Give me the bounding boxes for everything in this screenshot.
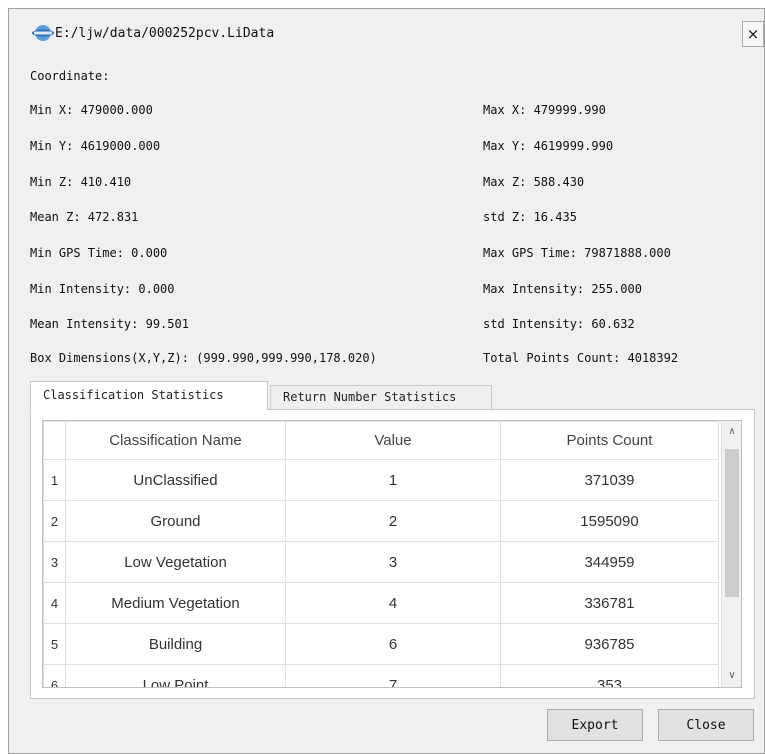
row-number: 2 [43,500,66,542]
scrollbar-thumb[interactable] [725,449,739,597]
header-points-count[interactable]: Points Count [500,421,719,460]
total-points-count-value: Total Points Count: 4018392 [483,351,679,365]
value-cell: 6 [285,623,501,665]
classification-name-cell: Building [65,623,286,665]
max-intensity-value: Max Intensity: 255.000 [483,282,642,296]
tab-classification-statistics[interactable]: Classification Statistics [30,381,268,411]
points-count-cell: 936785 [500,623,719,665]
classification-table[interactable]: Classification Name Value Points Count 1… [42,420,742,688]
value-cell: 4 [285,582,501,624]
points-count-cell: 371039 [500,459,719,501]
min-z-value: Min Z: 410.410 [30,175,132,189]
min-x-value: Min X: 479000.000 [30,103,153,117]
mean-intensity-value: Mean Intensity: 99.501 [30,317,189,331]
header-classification-name[interactable]: Classification Name [65,421,286,460]
statistics-dialog: E:/ljw/data/000252pcv.LiData × Coordinat… [8,8,765,754]
classification-panel: Classification Name Value Points Count 1… [30,409,755,699]
title-bar: E:/ljw/data/000252pcv.LiData × [9,9,764,57]
vertical-scrollbar[interactable]: ∧ ∨ [721,421,741,687]
value-cell: 7 [285,664,501,687]
max-gps-time-value: Max GPS Time: 79871888.000 [483,246,671,260]
points-count-cell: 1595090 [500,500,719,542]
value-cell: 1 [285,459,501,501]
lidar-app-icon [32,25,54,41]
row-number-header [43,421,66,460]
max-z-value: Max Z: 588.430 [483,175,585,189]
chevron-down-icon[interactable]: ∨ [722,667,741,685]
table-row[interactable]: 4 Medium Vegetation 4 336781 [43,582,719,624]
value-cell: 3 [285,541,501,583]
table-row[interactable]: 5 Building 6 936785 [43,623,719,665]
table-row[interactable]: 3 Low Vegetation 3 344959 [43,541,719,583]
row-number: 5 [43,623,66,665]
classification-name-cell: Low Point [65,664,286,687]
table-header-row: Classification Name Value Points Count [43,421,719,460]
points-count-cell: 336781 [500,582,719,624]
min-intensity-value: Min Intensity: 0.000 [30,282,175,296]
value-cell: 2 [285,500,501,542]
close-button[interactable]: Close [658,709,754,741]
mean-z-value: Mean Z: 472.831 [30,210,139,224]
export-button[interactable]: Export [547,709,643,741]
points-count-cell: 353 [500,664,719,687]
table-row[interactable]: 2 Ground 2 1595090 [43,500,719,542]
max-x-value: Max X: 479999.990 [483,103,606,117]
close-icon[interactable]: × [742,21,764,47]
row-number: 3 [43,541,66,583]
classification-grid: Classification Name Value Points Count 1… [43,421,719,687]
min-y-value: Min Y: 4619000.000 [30,139,161,153]
std-z-value: std Z: 16.435 [483,210,577,224]
row-number: 6 [43,664,66,687]
points-count-cell: 344959 [500,541,719,583]
row-number: 1 [43,459,66,501]
min-gps-time-value: Min GPS Time: 0.000 [30,246,168,260]
classification-name-cell: Ground [65,500,286,542]
window-title: E:/ljw/data/000252pcv.LiData [55,26,275,41]
row-number: 4 [43,582,66,624]
box-dimensions-value: Box Dimensions(X,Y,Z): (999.990,999.990,… [30,351,377,365]
table-row[interactable]: 6 Low Point 7 353 [43,664,719,687]
std-intensity-value: std Intensity: 60.632 [483,317,635,331]
classification-name-cell: UnClassified [65,459,286,501]
chevron-up-icon[interactable]: ∧ [722,423,741,441]
tab-return-number-statistics[interactable]: Return Number Statistics [270,385,492,410]
table-row[interactable]: 1 UnClassified 1 371039 [43,459,719,501]
max-y-value: Max Y: 4619999.990 [483,139,614,153]
header-value[interactable]: Value [285,421,501,460]
coordinate-label: Coordinate: [30,69,110,83]
classification-name-cell: Medium Vegetation [65,582,286,624]
classification-name-cell: Low Vegetation [65,541,286,583]
